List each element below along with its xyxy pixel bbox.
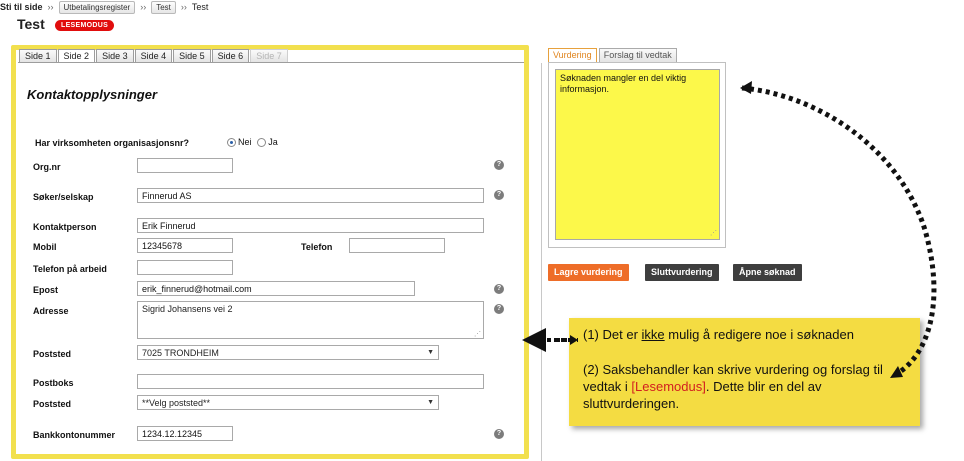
breadcrumb-current: Test (191, 2, 209, 12)
page-tabs: Side 1 Side 2 Side 3 Side 4 Side 5 Side … (19, 49, 289, 63)
save-assessment-button[interactable]: Lagre vurdering (548, 264, 629, 281)
page-title: Test (17, 16, 45, 32)
tab-side-6[interactable]: Side 6 (211, 49, 250, 62)
telefon-label: Telefon (301, 242, 333, 252)
org-question-label: Har virksomheten organisasjonsnr? (35, 138, 190, 148)
callout-line-2: (2) Saksbehandler kan skrive vurdering o… (583, 361, 903, 412)
poststed-select[interactable]: 7025 TRONDHEIM ▼ (137, 345, 439, 360)
mobil-field[interactable]: 12345678 (137, 238, 233, 253)
kontaktperson-label: Kontaktperson (33, 222, 97, 232)
epost-field[interactable]: erik_finnerud@hotmail.com (137, 281, 415, 296)
dropdown-arrow-icon: ▼ (427, 398, 434, 406)
resize-grip-icon[interactable]: ⋰ (710, 228, 717, 239)
bankkonto-label: Bankkontonummer (33, 430, 116, 440)
final-assessment-button[interactable]: Sluttvurdering (645, 264, 719, 281)
adresse-field[interactable]: Sigrid Johansens vei 2 ⋰ (137, 301, 484, 339)
radio-ja[interactable] (257, 137, 267, 147)
breadcrumb-separator: ›› (47, 2, 54, 12)
callout-line-1: (1) Det er ikke mulig å redigere noe i s… (583, 326, 854, 343)
breadcrumb-root: Sti til side (0, 2, 43, 12)
tab-side-1[interactable]: Side 1 (19, 49, 57, 62)
panel-divider (541, 63, 542, 461)
open-application-button[interactable]: Åpne søknad (733, 264, 802, 281)
org-radio-group: Nei Ja (227, 137, 281, 148)
callout-lesemodus-text: [Lesemodus] (631, 379, 706, 394)
mobil-label: Mobil (33, 242, 57, 252)
breadcrumb: Sti til side ›› Utbetalingsregister ›› T… (0, 0, 208, 14)
tab-side-5[interactable]: Side 5 (173, 49, 211, 62)
callout-line-1-start: (1) Det er (583, 327, 642, 342)
epost-label: Epost (33, 285, 59, 295)
explanation-callout: (1) Det er ikke mulig å redigere noe i s… (569, 318, 920, 426)
kontaktperson-field[interactable]: Erik Finnerud (137, 218, 484, 233)
resize-grip-icon[interactable]: ⋰ (474, 330, 481, 338)
assessment-textarea[interactable]: Søknaden mangler en del viktig informasj… (555, 69, 720, 240)
telefon-arbeid-label: Telefon på arbeid (33, 264, 107, 274)
tab-forslag-til-vedtak[interactable]: Forslag til vedtak (598, 48, 677, 62)
read-mode-badge: LESEMODUS (55, 20, 115, 31)
dropdown-arrow-icon: ▼ (427, 348, 434, 356)
tab-side-3[interactable]: Side 3 (96, 49, 134, 62)
tab-side-2[interactable]: Side 2 (57, 49, 96, 63)
orgnr-label: Org.nr (33, 162, 61, 172)
adresse-value: Sigrid Johansens vei 2 (142, 304, 233, 314)
radio-nei-label: Nei (238, 137, 252, 148)
help-icon[interactable]: ? (494, 304, 504, 314)
postboks-field[interactable] (137, 374, 484, 389)
radio-ja-label: Ja (268, 137, 278, 148)
tab-vurdering[interactable]: Vurdering (548, 48, 597, 62)
assessment-tabs: Vurdering Forslag til vedtak (548, 48, 679, 62)
adresse-label: Adresse (33, 306, 69, 316)
poststed2-value: **Velg poststed** (142, 397, 211, 408)
assessment-text: Søknaden mangler en del viktig informasj… (560, 73, 687, 94)
help-icon[interactable]: ? (494, 429, 504, 439)
bankkonto-field[interactable]: 1234.12.12345 (137, 426, 233, 441)
poststed-label: Poststed (33, 349, 72, 359)
telefon-arbeid-field[interactable] (137, 260, 233, 275)
poststed2-select[interactable]: **Velg poststed** ▼ (137, 395, 439, 410)
breadcrumb-separator: ›› (180, 2, 187, 12)
breadcrumb-link-utbetalingsregister[interactable]: Utbetalingsregister (58, 0, 136, 14)
poststed-value: 7025 TRONDHEIM (142, 347, 219, 358)
breadcrumb-link-test[interactable]: Test (151, 0, 176, 14)
poststed2-label: Poststed (33, 399, 72, 409)
postboks-label: Postboks (33, 378, 74, 388)
help-icon[interactable]: ? (494, 160, 504, 170)
callout-line-1-underlined: ikke (641, 327, 665, 342)
help-icon[interactable]: ? (494, 190, 504, 200)
callout-line-1-end: mulig å redigere noe i søknaden (664, 327, 854, 342)
tab-side-7: Side 7 (250, 49, 288, 62)
help-icon[interactable]: ? (494, 284, 504, 294)
breadcrumb-separator: ›› (140, 2, 147, 12)
soker-label: Søker/selskap (33, 192, 94, 202)
telefon-field[interactable] (349, 238, 445, 253)
soker-field[interactable]: Finnerud AS (137, 188, 484, 203)
tab-divider (18, 62, 524, 63)
orgnr-field[interactable] (137, 158, 233, 173)
section-heading: Kontaktopplysninger (27, 87, 158, 102)
tab-side-4[interactable]: Side 4 (134, 49, 173, 62)
radio-nei[interactable] (227, 137, 236, 147)
